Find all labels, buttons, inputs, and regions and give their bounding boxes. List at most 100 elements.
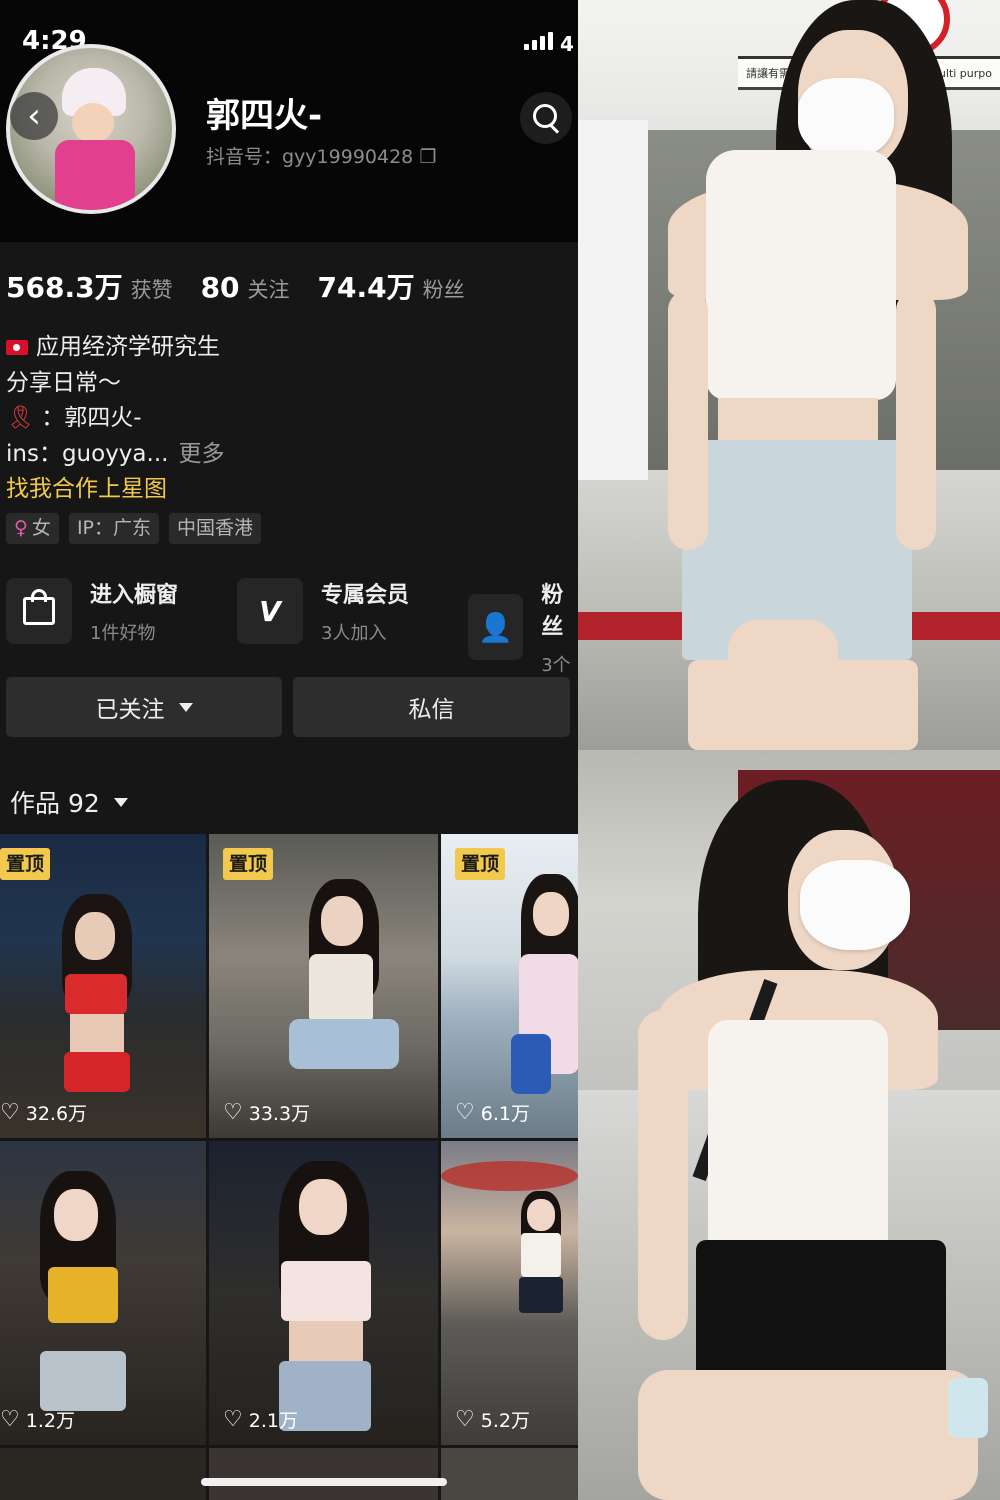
video-thumb[interactable]: ♡ 5.2万 <box>441 1141 578 1445</box>
bio: 应用经济学研究生 分享日常～ 🎗 ：郭四火- ins：guoyya... 更多 找我… <box>6 330 224 508</box>
search-button[interactable] <box>520 92 572 144</box>
like-count: ♡ 32.6万 <box>0 1099 87 1126</box>
membership-entry[interactable]: V 专属会员 3人加入 <box>237 577 409 645</box>
heart-icon: ♡ <box>0 1407 20 1432</box>
membership-title: 专属会员 <box>321 583 410 608</box>
fan-group-sub: 3个 <box>541 655 571 676</box>
video-thumb[interactable] <box>0 1448 206 1500</box>
message-label: 私信 <box>408 697 455 723</box>
pinned-badge: 置顶 <box>223 848 274 880</box>
avatar-face <box>72 103 114 143</box>
like-count-text: 33.3万 <box>248 1103 311 1125</box>
like-count-text: 1.2万 <box>25 1410 75 1432</box>
following-count[interactable]: 80 <box>201 271 240 304</box>
phone <box>948 1378 988 1438</box>
following-label: 关注 <box>247 278 290 302</box>
bio-more-link[interactable]: 更多 <box>178 441 224 467</box>
shop-window-title: 进入橱窗 <box>90 583 179 608</box>
heart-icon: ♡ <box>223 1407 243 1432</box>
membership-sub: 3人加入 <box>321 623 387 644</box>
battery-indicator: 4 <box>560 32 574 56</box>
heart-icon: ♡ <box>455 1100 475 1125</box>
arm <box>638 1010 688 1340</box>
arm-right <box>896 290 936 550</box>
vip-v-icon: V <box>237 578 303 644</box>
ip-tag: IP：广东 <box>68 513 159 544</box>
douyin-id-text: 抖音号：gyy19990428 <box>206 146 414 168</box>
legs <box>638 1370 978 1500</box>
bio-line-2: 分享日常～ <box>6 369 121 396</box>
back-button[interactable]: ‹ <box>10 92 58 140</box>
search-icon-handle <box>549 124 560 134</box>
followers-count[interactable]: 74.4万 <box>318 266 415 306</box>
shopping-bag-icon <box>6 578 72 644</box>
heart-icon: ♡ <box>223 1100 243 1125</box>
gender-tag-text: 女 <box>31 517 51 539</box>
copy-icon[interactable]: ❐ <box>419 146 436 168</box>
bio-line-4: ins：guoyya... <box>6 440 169 467</box>
tank-top <box>708 1020 888 1250</box>
like-count-text: 32.6万 <box>25 1103 88 1125</box>
heart-icon: ♡ <box>0 1100 20 1125</box>
douyin-id[interactable]: 抖音号：gyy19990428 ❐ <box>206 142 436 169</box>
bio-line-3: ：郭四火- <box>41 405 142 431</box>
video-thumb[interactable]: 置顶 ♡ 6.1万 <box>441 834 578 1138</box>
profile-stats: 568.3万 获赞 80 关注 74.4万 粉丝 <box>6 266 493 306</box>
likes-count[interactable]: 568.3万 <box>6 266 123 306</box>
like-count: ♡ 5.2万 <box>455 1406 530 1433</box>
star-map-link[interactable]: 找我合作上星图 <box>6 476 167 502</box>
black-shorts <box>696 1240 946 1390</box>
like-count-text: 5.2万 <box>480 1410 530 1432</box>
like-count-text: 2.1万 <box>248 1410 298 1432</box>
avatar-body <box>55 140 135 210</box>
photo-subway-sitting <box>578 750 1000 1500</box>
video-thumb[interactable] <box>441 1448 578 1500</box>
fan-group-entry[interactable]: 👤 粉丝 3个 <box>468 577 578 677</box>
video-thumb[interactable]: ♡ 2.1万 <box>209 1141 438 1445</box>
works-label: 作品 92 <box>10 789 100 818</box>
gender-tag: ♀ 女 <box>6 513 59 544</box>
location-tag: 中国香港 <box>169 513 262 544</box>
fan-group-title: 粉丝 <box>541 583 564 640</box>
hk-flag-icon <box>6 340 28 355</box>
works-tab[interactable]: 作品 92 <box>10 784 128 820</box>
signal-icon <box>524 32 553 50</box>
followed-label: 已关注 <box>95 697 165 723</box>
search-icon <box>533 104 557 128</box>
train-panel <box>578 120 648 480</box>
video-thumb[interactable]: 置顶 ♡ 33.3万 <box>209 834 438 1138</box>
profile-name: 郭四火- <box>206 96 323 136</box>
likes-label: 获赞 <box>130 278 173 302</box>
message-button[interactable]: 私信 <box>293 677 570 737</box>
caret-down-icon <box>113 797 128 807</box>
face-mask <box>798 78 894 158</box>
like-count: ♡ 6.1万 <box>455 1099 530 1126</box>
face-mask <box>800 860 910 950</box>
video-thumb[interactable] <box>209 1448 438 1500</box>
profile-screen: 4:29 4 ‹ 郭四火- 抖音号：gyy19990428 ❐ 568.3万 获赞… <box>0 0 578 1500</box>
followers-label: 粉丝 <box>422 278 465 302</box>
like-count: ♡ 33.3万 <box>223 1099 310 1126</box>
home-indicator[interactable] <box>201 1478 447 1486</box>
female-icon: ♀ <box>14 517 28 539</box>
heart-icon: ♡ <box>455 1407 475 1432</box>
caret-down-icon <box>178 702 193 712</box>
crop-top <box>706 150 896 400</box>
video-thumb[interactable]: 置顶 ♡ 32.6万 <box>0 834 206 1138</box>
like-count: ♡ 2.1万 <box>223 1406 298 1433</box>
shop-window-entry[interactable]: 进入橱窗 1件好物 <box>6 577 178 645</box>
photo-subway-standing: 請讓有需 Multi purpo <box>578 0 1000 750</box>
followed-button[interactable]: 已关注 <box>6 677 282 737</box>
like-count: ♡ 1.2万 <box>0 1406 75 1433</box>
profile-header: 4:29 4 ‹ 郭四火- 抖音号：gyy19990428 ❐ <box>0 0 578 242</box>
red-ribbon-icon: 🎗 <box>6 405 36 431</box>
video-thumb[interactable]: ♡ 1.2万 <box>0 1141 206 1445</box>
like-count-text: 6.1万 <box>480 1103 530 1125</box>
shop-window-sub: 1件好物 <box>90 623 156 644</box>
bio-line-1: 应用经济学研究生 <box>36 334 220 360</box>
chevron-left-icon: ‹ <box>27 96 41 136</box>
user-heart-icon: 👤 <box>468 594 524 660</box>
pinned-badge: 置顶 <box>455 848 506 880</box>
profile-tags: ♀ 女 IP：广东 中国香港 <box>6 513 262 544</box>
pinned-badge: 置顶 <box>0 848 51 880</box>
